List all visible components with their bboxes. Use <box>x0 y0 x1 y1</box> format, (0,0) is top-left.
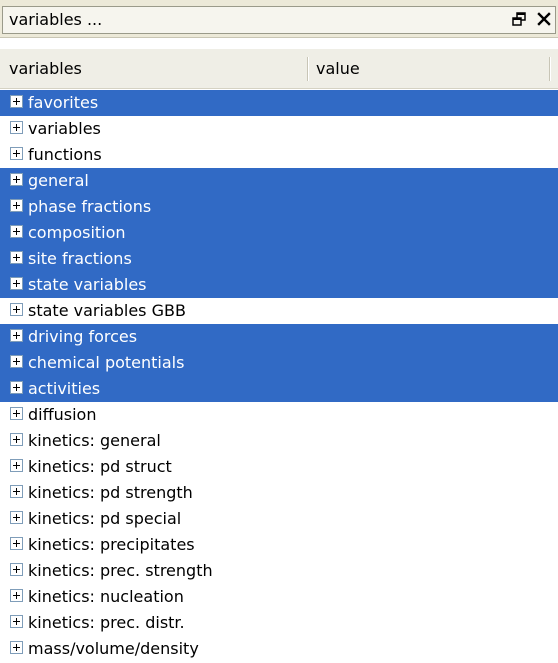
column-header-value[interactable]: value <box>309 49 549 88</box>
tree-node-label: kinetics: pd strength <box>28 483 193 502</box>
expand-plus-icon[interactable] <box>10 589 23 602</box>
tree-node[interactable]: general <box>0 168 558 194</box>
expand-plus-icon[interactable] <box>10 459 23 472</box>
tree-node[interactable]: kinetics: prec. distr. <box>0 610 558 636</box>
tree-node-label: kinetics: pd struct <box>28 457 172 476</box>
tree-node[interactable]: kinetics: prec. strength <box>0 558 558 584</box>
expand-plus-icon[interactable] <box>10 173 23 186</box>
tree-node[interactable]: kinetics: pd strength <box>0 480 558 506</box>
tree-node-label: chemical potentials <box>28 353 185 372</box>
tree-node[interactable]: site fractions <box>0 246 558 272</box>
tree-node[interactable]: phase fractions <box>0 194 558 220</box>
tree-node-label: driving forces <box>28 327 138 346</box>
tree-node[interactable]: kinetics: pd special <box>0 506 558 532</box>
tree-node-label: kinetics: nucleation <box>28 587 184 606</box>
expand-plus-icon[interactable] <box>10 147 23 160</box>
tree-node-label: kinetics: prec. distr. <box>28 613 185 632</box>
tree-node-label: favorites <box>28 93 99 112</box>
expand-plus-icon[interactable] <box>10 95 23 108</box>
variables-panel: variables ... variables value favorites v… <box>0 0 558 663</box>
tree-node-label: kinetics: pd special <box>28 509 182 528</box>
panel-title: variables ... <box>9 10 103 29</box>
tree-node-label: kinetics: general <box>28 431 161 450</box>
tree-node-label: site fractions <box>28 249 132 268</box>
expand-plus-icon[interactable] <box>10 303 23 316</box>
expand-plus-icon[interactable] <box>10 615 23 628</box>
title-bar: variables ... <box>0 0 558 38</box>
tree-node[interactable]: variables <box>0 116 558 142</box>
tree-node[interactable]: functions <box>0 142 558 168</box>
expand-plus-icon[interactable] <box>10 511 23 524</box>
tree-node[interactable]: kinetics: general <box>0 428 558 454</box>
tree-node-label: state variables GBB <box>28 301 186 320</box>
expand-plus-icon[interactable] <box>10 199 23 212</box>
tree-node[interactable]: activities <box>0 376 558 402</box>
tree-node[interactable]: mass/volume/density <box>0 636 558 662</box>
close-icon[interactable] <box>536 11 552 27</box>
expand-plus-icon[interactable] <box>10 485 23 498</box>
expand-plus-icon[interactable] <box>10 355 23 368</box>
tree-node-label: diffusion <box>28 405 97 424</box>
tree-node[interactable]: kinetics: pd struct <box>0 454 558 480</box>
restore-window-icon[interactable] <box>511 11 527 27</box>
tree-node[interactable]: state variables <box>0 272 558 298</box>
tree-node-label: general <box>28 171 89 190</box>
expand-plus-icon[interactable] <box>10 121 23 134</box>
tree-node[interactable]: favorites <box>0 90 558 116</box>
expand-plus-icon[interactable] <box>10 225 23 238</box>
expand-plus-icon[interactable] <box>10 641 23 654</box>
column-header-variables[interactable]: variables <box>0 49 307 88</box>
tree-node[interactable]: kinetics: precipitates <box>0 532 558 558</box>
title-frame: variables ... <box>2 6 556 34</box>
tree-node-label: kinetics: precipitates <box>28 535 195 554</box>
tree-node-label: state variables <box>28 275 147 294</box>
tree-node[interactable]: state variables GBB <box>0 298 558 324</box>
tree-node-label: activities <box>28 379 101 398</box>
tree-node[interactable]: composition <box>0 220 558 246</box>
tree-node-label: kinetics: prec. strength <box>28 561 213 580</box>
expand-plus-icon[interactable] <box>10 433 23 446</box>
tree-node-label: mass/volume/density <box>28 639 199 658</box>
expand-plus-icon[interactable] <box>10 329 23 342</box>
tree-node[interactable]: diffusion <box>0 402 558 428</box>
expand-plus-icon[interactable] <box>10 563 23 576</box>
expand-plus-icon[interactable] <box>10 537 23 550</box>
tree-node[interactable]: driving forces <box>0 324 558 350</box>
tree-node-label: functions <box>28 145 102 164</box>
expand-plus-icon[interactable] <box>10 251 23 264</box>
tree-node-label: composition <box>28 223 126 242</box>
expand-plus-icon[interactable] <box>10 381 23 394</box>
column-divider-end[interactable] <box>549 57 551 81</box>
tree-node[interactable]: chemical potentials <box>0 350 558 376</box>
column-header: variables value <box>0 49 558 89</box>
tree-node[interactable]: kinetics: nucleation <box>0 584 558 610</box>
tree-node-label: phase fractions <box>28 197 152 216</box>
tree-node-label: variables <box>28 119 101 138</box>
expand-plus-icon[interactable] <box>10 407 23 420</box>
expand-plus-icon[interactable] <box>10 277 23 290</box>
